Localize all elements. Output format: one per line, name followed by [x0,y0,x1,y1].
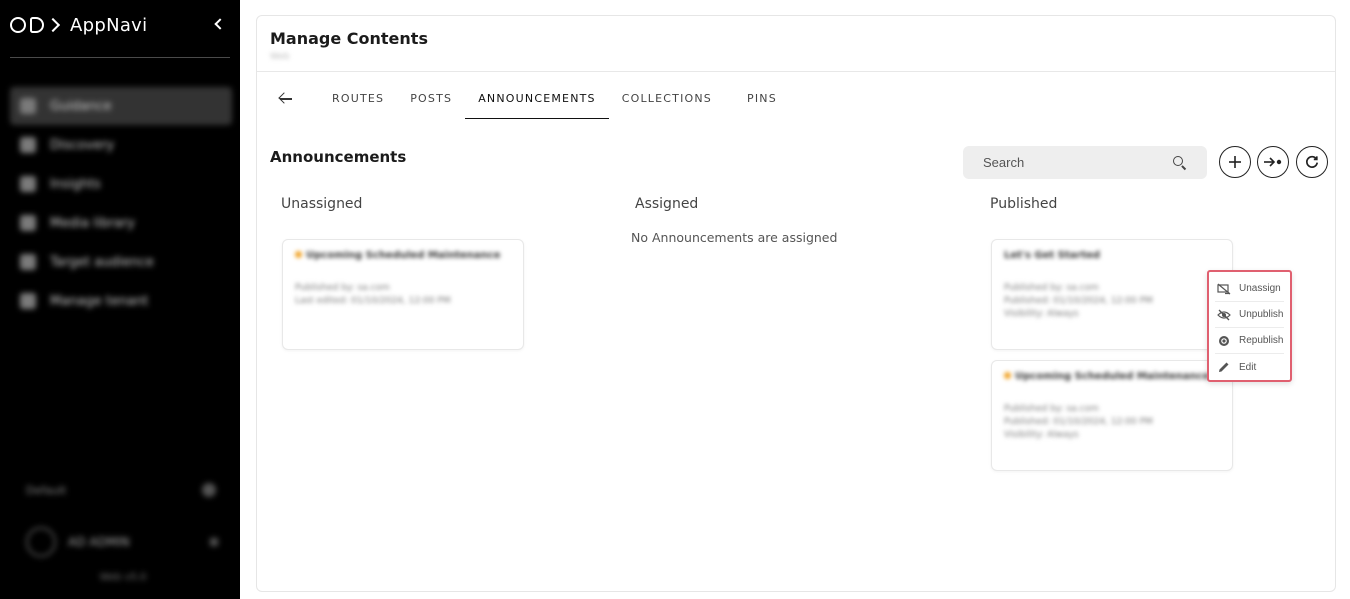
org-selector[interactable]: Default [10,470,230,510]
menu-item-unassign[interactable]: Unassign [1215,276,1284,302]
card-context-menu: Unassign Unpublish Republish Edit [1207,270,1292,382]
menu-item-label: Unassign [1239,283,1281,294]
search-box [963,146,1207,179]
plus-icon [1229,156,1241,168]
pencil-icon [1217,360,1231,374]
column-unassigned-title: Unassigned [281,196,363,212]
sidebar-item-label: Media library [50,215,136,231]
search-icon[interactable] [1173,155,1187,170]
add-announcement-button[interactable] [1219,146,1251,178]
announcement-title: Upcoming Scheduled Maintenance [306,250,501,261]
sidebar-item-label: Discovery [50,137,115,153]
menu-item-label: Edit [1239,361,1257,373]
org-label: Default [26,483,67,497]
chevron-right-icon [210,538,218,546]
announcement-card[interactable]: Let's Get Started Published by: sa.com P… [991,239,1233,350]
arrow-right-dot-icon [1264,157,1282,167]
warning-icon [1004,372,1011,379]
app-version: Web v5.0 [99,572,147,583]
tab-announcements[interactable]: ANNOUNCEMENTS [465,88,609,119]
chevron-left-icon [214,18,226,30]
tab-collections[interactable]: COLLECTIONS [609,88,725,119]
section-title: Announcements [270,148,407,166]
tab-posts[interactable]: POSTS [397,88,465,119]
collapse-sidebar-button[interactable] [208,14,228,34]
sidebar-item-label: Target audience [50,254,154,270]
sidebar-item-insights[interactable]: Insights [10,165,232,203]
republish-icon [1217,334,1231,348]
tab-pins[interactable]: PINS [734,88,790,119]
announcement-meta: Published: 01/10/2024, 12:00 PM [1004,296,1153,306]
brand[interactable]: AppNavi [10,12,147,38]
refresh-button[interactable] [1296,146,1328,178]
eye-off-icon [1217,308,1231,322]
page-subtitle: Web [270,52,290,62]
sidebar-item-discovery[interactable]: Discovery [10,126,232,164]
sidebar-footer: Default AD ADMIN Web v5.0 [10,470,230,583]
announcement-card[interactable]: Upcoming Scheduled Maintenance Published… [282,239,524,350]
announcement-meta: Published by: sa.com [1004,404,1099,414]
sidebar-divider [10,57,230,58]
menu-item-label: Unpublish [1239,309,1284,320]
column-published-title: Published [990,196,1058,212]
sidebar-item-target-audience[interactable]: Target audience [10,243,232,281]
column-assigned-title: Assigned [635,196,699,212]
tab-routes[interactable]: ROUTES [319,88,397,119]
menu-item-unpublish[interactable]: Unpublish [1215,302,1284,328]
sidebar-item-manage-tenant[interactable]: Manage tenant [10,282,232,320]
search-input[interactable] [983,155,1153,170]
menu-item-republish[interactable]: Republish [1215,328,1284,354]
user-menu[interactable]: AD ADMIN [10,520,230,564]
sidebar-item-label: Guidance [50,98,112,114]
back-button[interactable] [277,89,297,109]
target-icon [20,254,36,270]
sidebar-item-media-library[interactable]: Media library [10,204,232,242]
media-icon [20,215,36,231]
announcement-meta: Published: 01/10/2024, 12:00 PM [1004,417,1153,427]
announcement-title: Let's Get Started [1004,250,1101,261]
announcement-meta: Published by: sa.com [295,283,390,293]
sidebar-nav: Guidance Discovery Insights Media librar… [10,87,232,321]
app-name: AppNavi [70,14,148,36]
menu-item-edit[interactable]: Edit [1215,354,1284,380]
insights-icon [20,176,36,192]
menu-item-label: Republish [1239,335,1284,346]
warning-icon [295,251,302,258]
announcement-title: Upcoming Scheduled Maintenance [1015,371,1210,382]
sidebar-item-label: Manage tenant [50,293,149,309]
settings-icon [20,293,36,309]
user-name: AD ADMIN [68,535,130,549]
guidance-icon [20,98,36,114]
announcement-card[interactable]: Upcoming Scheduled Maintenance Published… [991,360,1233,471]
unassign-icon [1217,282,1231,296]
content-tabs: ROUTES POSTS ANNOUNCEMENTS COLLECTIONS P… [277,88,790,119]
announcement-meta: Visibility: Always [1004,309,1079,319]
discovery-icon [20,137,36,153]
announcement-meta: Visibility: Always [1004,430,1079,440]
appnavi-logo-icon [10,17,61,33]
assign-button[interactable] [1257,146,1289,178]
assigned-empty-message: No Announcements are assigned [631,230,838,245]
header-divider [257,71,1335,72]
org-icon [202,483,216,497]
announcement-meta: Published by: sa.com [1004,283,1099,293]
sidebar-item-label: Insights [50,176,101,192]
main-panel: Manage Contents Web ROUTES POSTS ANNOUNC… [256,15,1336,592]
sidebar-item-guidance[interactable]: Guidance [10,87,232,125]
avatar [26,527,56,557]
page-title: Manage Contents [270,29,428,48]
sidebar: AppNavi Guidance Discovery Insights Medi… [0,0,240,599]
announcement-meta: Last edited: 01/10/2024, 12:00 PM [295,296,451,306]
refresh-icon [1306,155,1319,168]
